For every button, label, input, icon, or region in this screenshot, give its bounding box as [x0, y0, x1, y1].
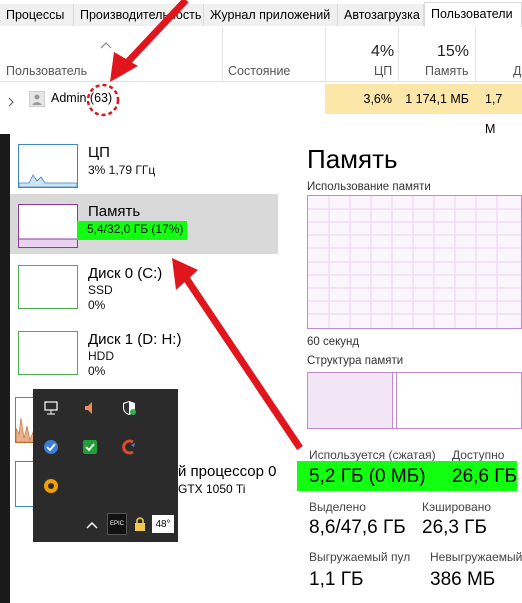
memory-usage-graph: [307, 195, 522, 329]
tab-bar: Процессы Производительность Журнал прило…: [0, 0, 522, 28]
column-user[interactable]: Пользователь: [6, 64, 87, 78]
system-tray-overflow: EPIC 48°: [33, 389, 178, 542]
cached-label: Кэшировано: [422, 500, 492, 514]
available-value: 26,6 ГБ: [452, 466, 518, 487]
nonpaged-pool-label: Невыгружаемый пул: [430, 550, 522, 564]
column-cpu[interactable]: ЦП: [374, 64, 392, 78]
sidebar-item-sub: 0%: [88, 364, 106, 378]
sidebar-item-label: ЦП: [88, 144, 110, 161]
paged-pool-label: Выгружаемый пул: [309, 550, 411, 564]
cached-value: 26,3 ГБ: [422, 517, 488, 538]
graph-time-label: 60 секунд: [307, 336, 360, 348]
memory-usage-highlight: 5,4/32,0 ГБ (17%): [77, 221, 188, 240]
epic-games-icon[interactable]: EPIC: [107, 513, 127, 535]
user-memory-cell: 1 174,1 МБ: [398, 84, 475, 114]
ccleaner-icon[interactable]: [120, 438, 138, 456]
sidebar-item-sub: HDD: [88, 349, 114, 363]
lock-icon[interactable]: [131, 515, 149, 533]
sidebar-item-label: Память: [88, 203, 141, 220]
cpu-percent-header: 4%: [371, 43, 395, 60]
user-name: Admin (63): [51, 91, 113, 105]
paged-pool-value: 1,1 ГБ: [309, 569, 364, 590]
tab-users[interactable]: Пользователи: [424, 2, 522, 28]
tab-performance[interactable]: Производительность: [74, 4, 204, 26]
sidebar-item-sub: 3% 1,79 ГГц: [88, 163, 156, 177]
column-memory[interactable]: Память: [425, 64, 469, 78]
cpu-mini-graph: [18, 144, 78, 188]
sidebar-item-label: Диск 0 (C:): [88, 265, 163, 282]
sidebar-item-sub: SSD: [88, 283, 113, 297]
network-icon[interactable]: [42, 399, 60, 417]
disk1-mini-graph: [18, 331, 78, 375]
nonpaged-pool-value: 386 МБ: [430, 569, 496, 590]
memory-usage-label: Использование памяти: [307, 181, 431, 193]
window-edge: [0, 134, 10, 603]
tab-startup[interactable]: Автозагрузка: [338, 4, 424, 26]
column-disk[interactable]: Д: [513, 64, 521, 78]
chevron-up-icon[interactable]: [83, 516, 101, 534]
sidebar-item-disk1[interactable]: Диск 1 (D: H:) HDD 0%: [10, 328, 278, 386]
sidebar-item-label: Диск 1 (D: H:): [88, 331, 182, 348]
chevron-right-icon[interactable]: [7, 94, 15, 112]
gpu-sub: GTX 1050 Ti: [178, 482, 246, 496]
temperature-label: 48°: [155, 518, 171, 530]
in-use-label: Используется (сжатая): [309, 448, 436, 462]
tab-app-history[interactable]: Журнал приложений: [204, 4, 338, 26]
tab-processes[interactable]: Процессы: [0, 4, 74, 26]
available-label: Доступно: [452, 448, 505, 462]
volume-icon[interactable]: [81, 399, 99, 417]
sidebar-item-disk0[interactable]: Диск 0 (C:) SSD 0%: [10, 262, 278, 320]
gpu-title: й процессор 0: [178, 463, 277, 480]
disk0-mini-graph: [18, 265, 78, 309]
committed-label: Выделено: [309, 500, 366, 514]
memory-percent-header: 15%: [437, 43, 470, 60]
page-title: Память: [307, 144, 398, 174]
security-shield-icon[interactable]: [120, 399, 138, 417]
user-disk-cell: 1,7 М: [475, 84, 522, 136]
epic-label: EPIC: [109, 521, 124, 527]
sidebar-item-sub: 0%: [88, 298, 106, 312]
memory-structure-bar: [307, 372, 522, 429]
committed-value: 8,6/47,6 ГБ: [309, 517, 406, 538]
sidebar-item-memory[interactable]: Память 5,4/32,0 ГБ (17%): [10, 194, 278, 254]
temperature-badge[interactable]: 48°: [152, 515, 174, 533]
process-count: (63): [89, 91, 113, 105]
sidebar-item-cpu[interactable]: ЦП 3% 1,79 ГГц: [10, 141, 278, 191]
sort-up-icon[interactable]: [100, 38, 112, 52]
column-state[interactable]: Состояние: [228, 64, 290, 78]
memory-mini-graph: [18, 204, 78, 248]
checkmark-app-icon[interactable]: [42, 438, 60, 456]
memory-structure-label: Структура памяти: [307, 355, 404, 367]
green-check-icon[interactable]: [81, 438, 99, 456]
user-avatar-icon: [29, 91, 45, 107]
aimp-icon[interactable]: [42, 477, 60, 495]
user-cpu-cell: 3,6%: [325, 84, 398, 114]
in-use-value: 5,2 ГБ (0 МБ): [309, 466, 426, 487]
